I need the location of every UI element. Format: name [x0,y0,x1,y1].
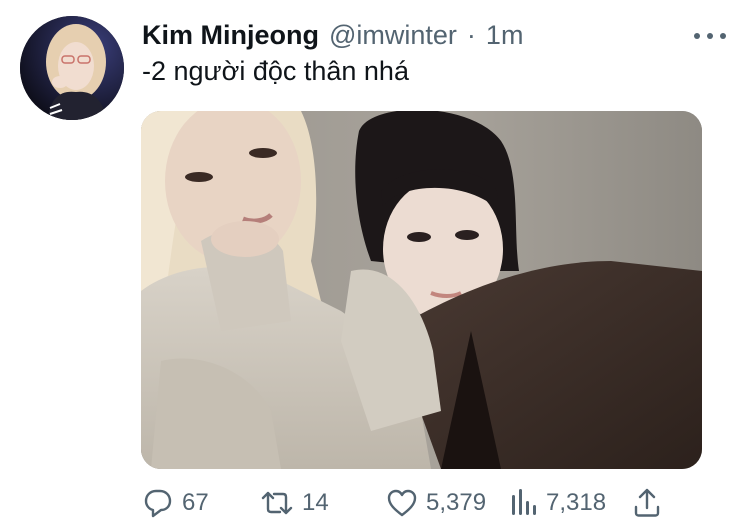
dot [694,33,700,39]
like-button[interactable]: 5,379 [386,484,486,522]
tweet-photo[interactable] [141,111,702,469]
like-count: 5,379 [426,489,487,516]
more-options-button[interactable] [690,24,730,48]
retweet-count: 14 [302,489,329,516]
reply-button[interactable]: 67 [142,484,209,522]
retweet-arrows-icon [261,491,293,515]
author-name[interactable]: Kim Minjeong [142,20,319,51]
tweet-actions: 67 14 5,379 7,318 [142,484,742,522]
views-count: 7,318 [546,489,607,516]
views-button[interactable]: 7,318 [510,484,606,522]
author-handle[interactable]: @imwinter [329,20,457,51]
timestamp[interactable]: 1m [486,20,524,51]
tweet-text: -2 người độc thân nhá [142,56,409,86]
avatar[interactable] [20,16,124,120]
tweet-header: Kim Minjeong @imwinter · 1m [142,18,523,52]
retweet-button[interactable]: 14 [260,484,329,522]
reply-count: 67 [182,489,209,516]
heart-icon [387,489,417,517]
separator-dot: · [466,19,476,50]
avatar-photo [20,16,124,120]
share-button[interactable] [632,484,662,522]
speech-bubble-icon [144,489,172,518]
dot [707,33,713,39]
dot [720,33,726,39]
bar-chart-icon [512,489,536,515]
upload-share-icon [634,488,660,517]
photo-image [141,111,702,469]
